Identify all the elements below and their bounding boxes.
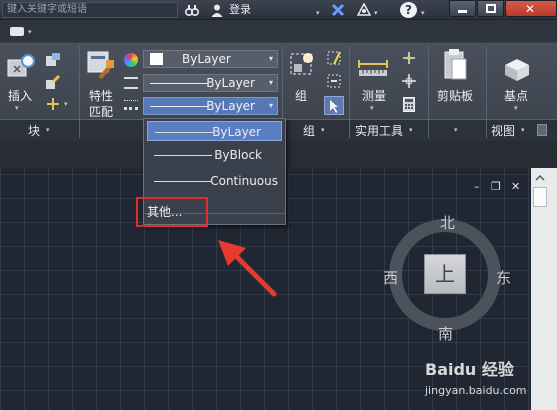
viewport-close-button[interactable]: ✕: [511, 180, 520, 193]
workspace-icon[interactable]: [10, 27, 24, 36]
chevron-down-icon[interactable]: ▾: [421, 5, 425, 21]
dropdown-item-label: ByLayer: [212, 125, 261, 139]
calculator-icon[interactable]: [403, 97, 415, 112]
insert-block-icon[interactable]: [6, 52, 36, 82]
panel-divider: [428, 46, 429, 138]
dropdown-item-continuous[interactable]: Continuous: [147, 171, 282, 191]
user-icon[interactable]: [210, 3, 224, 17]
panel-divider: [79, 46, 80, 138]
point-style-icon[interactable]: [401, 73, 417, 89]
lineweight-icon: [124, 100, 138, 110]
viewcube-top-face[interactable]: 上: [424, 254, 466, 294]
group-edit-icon[interactable]: [326, 73, 342, 89]
close-icon: ✕: [525, 2, 536, 16]
color-combo[interactable]: ByLayer ▾: [143, 50, 278, 68]
chevron-down-icon: ▾: [268, 78, 273, 87]
clipboard-icon[interactable]: [443, 48, 469, 82]
ribbon-tab-row: [0, 20, 557, 43]
ungroup-icon[interactable]: [326, 50, 342, 66]
chevron-down-icon[interactable]: ▾: [64, 100, 68, 108]
compass-north[interactable]: 北: [440, 212, 455, 233]
close-button[interactable]: ✕: [505, 0, 557, 17]
chevron-down-icon[interactable]: ▾: [370, 104, 374, 112]
panel-label-utilities[interactable]: 实用工具: [355, 122, 403, 139]
a360-icon[interactable]: [356, 2, 372, 17]
login-link[interactable]: 登录: [229, 2, 251, 18]
dropdown-item-label: ByBlock: [214, 148, 262, 162]
insert-label: 插入: [8, 89, 33, 103]
base-point-label: 基点: [504, 89, 529, 103]
match-properties-icon[interactable]: [86, 50, 116, 82]
lineweight-combo[interactable]: ByLayer ▾: [143, 97, 278, 115]
dropdown-item-bylayer[interactable]: ByLayer: [147, 121, 282, 141]
block-attribute-icon[interactable]: [45, 96, 61, 112]
group-label: 组: [295, 89, 308, 103]
clipboard-label: 剪贴板: [437, 89, 474, 103]
watermark-main: Baidu 经验: [425, 360, 514, 379]
chevron-down-icon[interactable]: ▾: [46, 126, 50, 134]
compass-east[interactable]: 东: [496, 267, 511, 288]
linetype-combo-value: ByLayer: [206, 76, 255, 90]
line-preview: [154, 155, 212, 156]
panel-label-view[interactable]: 视图: [491, 122, 515, 139]
panel-divider: [349, 46, 350, 138]
group-icon[interactable]: [288, 50, 318, 82]
viewport-restore-button[interactable]: ❐: [491, 180, 501, 193]
match-properties-label-2: 匹配: [89, 105, 114, 119]
color-swatch: [150, 53, 163, 65]
panel-label-group[interactable]: 组: [303, 122, 315, 139]
group-select-icon[interactable]: [324, 96, 344, 115]
match-properties-label: 特性: [89, 89, 114, 103]
line-preview: [150, 106, 208, 107]
exchange-x-icon[interactable]: [331, 3, 345, 17]
measure-icon[interactable]: [357, 58, 389, 78]
chevron-down-icon[interactable]: ▾: [15, 104, 19, 112]
restore-button[interactable]: [477, 0, 504, 17]
chevron-down-icon[interactable]: ▾: [454, 126, 458, 134]
binoculars-icon[interactable]: [184, 3, 200, 17]
create-block-icon[interactable]: [45, 52, 61, 68]
color-wheel-icon: [124, 53, 138, 67]
scrollbar-thumb[interactable]: [533, 187, 547, 207]
restore-icon: [486, 4, 496, 13]
watermark-url: jingyan.baidu.com: [425, 384, 527, 397]
chevron-down-icon[interactable]: ▾: [321, 126, 325, 134]
linetype-combo[interactable]: ByLayer ▾: [143, 74, 278, 92]
chevron-down-icon: ▾: [268, 101, 273, 110]
measure-label: 测量: [362, 89, 387, 103]
line-preview: [155, 132, 213, 133]
color-combo-value: ByLayer: [182, 52, 231, 66]
dropdown-item-byblock[interactable]: ByBlock: [147, 145, 282, 165]
lineweight-combo-value: ByLayer: [206, 99, 255, 113]
edit-block-icon[interactable]: [45, 74, 61, 90]
chevron-down-icon[interactable]: ▾: [28, 28, 32, 36]
panel-expand-icon[interactable]: [537, 124, 547, 136]
chevron-down-icon: ▾: [268, 54, 273, 63]
chevron-down-icon[interactable]: ▾: [409, 126, 413, 134]
base-point-icon[interactable]: [503, 55, 531, 81]
chevron-down-icon[interactable]: ▾: [514, 104, 518, 112]
chevron-down-icon[interactable]: ▾: [374, 5, 378, 21]
line-preview: [154, 181, 212, 182]
search-input[interactable]: 键入关键字或短语: [2, 2, 178, 18]
id-point-icon[interactable]: [401, 50, 417, 66]
panel-label-block[interactable]: 块: [28, 122, 40, 139]
baidu-watermark: Baidu 经验 jingyan.baidu.com: [425, 356, 535, 406]
highlight-box: [136, 197, 208, 227]
minimize-icon: [458, 10, 467, 13]
compass-south[interactable]: 南: [438, 323, 453, 344]
panel-divider: [486, 46, 487, 138]
line-preview: [150, 83, 208, 84]
help-icon[interactable]: ?: [400, 2, 417, 18]
chevron-down-icon[interactable]: ▾: [521, 126, 525, 134]
viewport-minimize-button[interactable]: –: [474, 180, 480, 193]
dropdown-item-label: Continuous: [210, 174, 278, 188]
linetype-icon: [124, 77, 138, 89]
compass-west[interactable]: 西: [383, 267, 398, 288]
minimize-button[interactable]: [449, 0, 476, 17]
scroll-up-icon[interactable]: [535, 172, 545, 182]
chevron-down-icon[interactable]: ▾: [316, 5, 320, 21]
annotation-arrow: [218, 240, 277, 297]
